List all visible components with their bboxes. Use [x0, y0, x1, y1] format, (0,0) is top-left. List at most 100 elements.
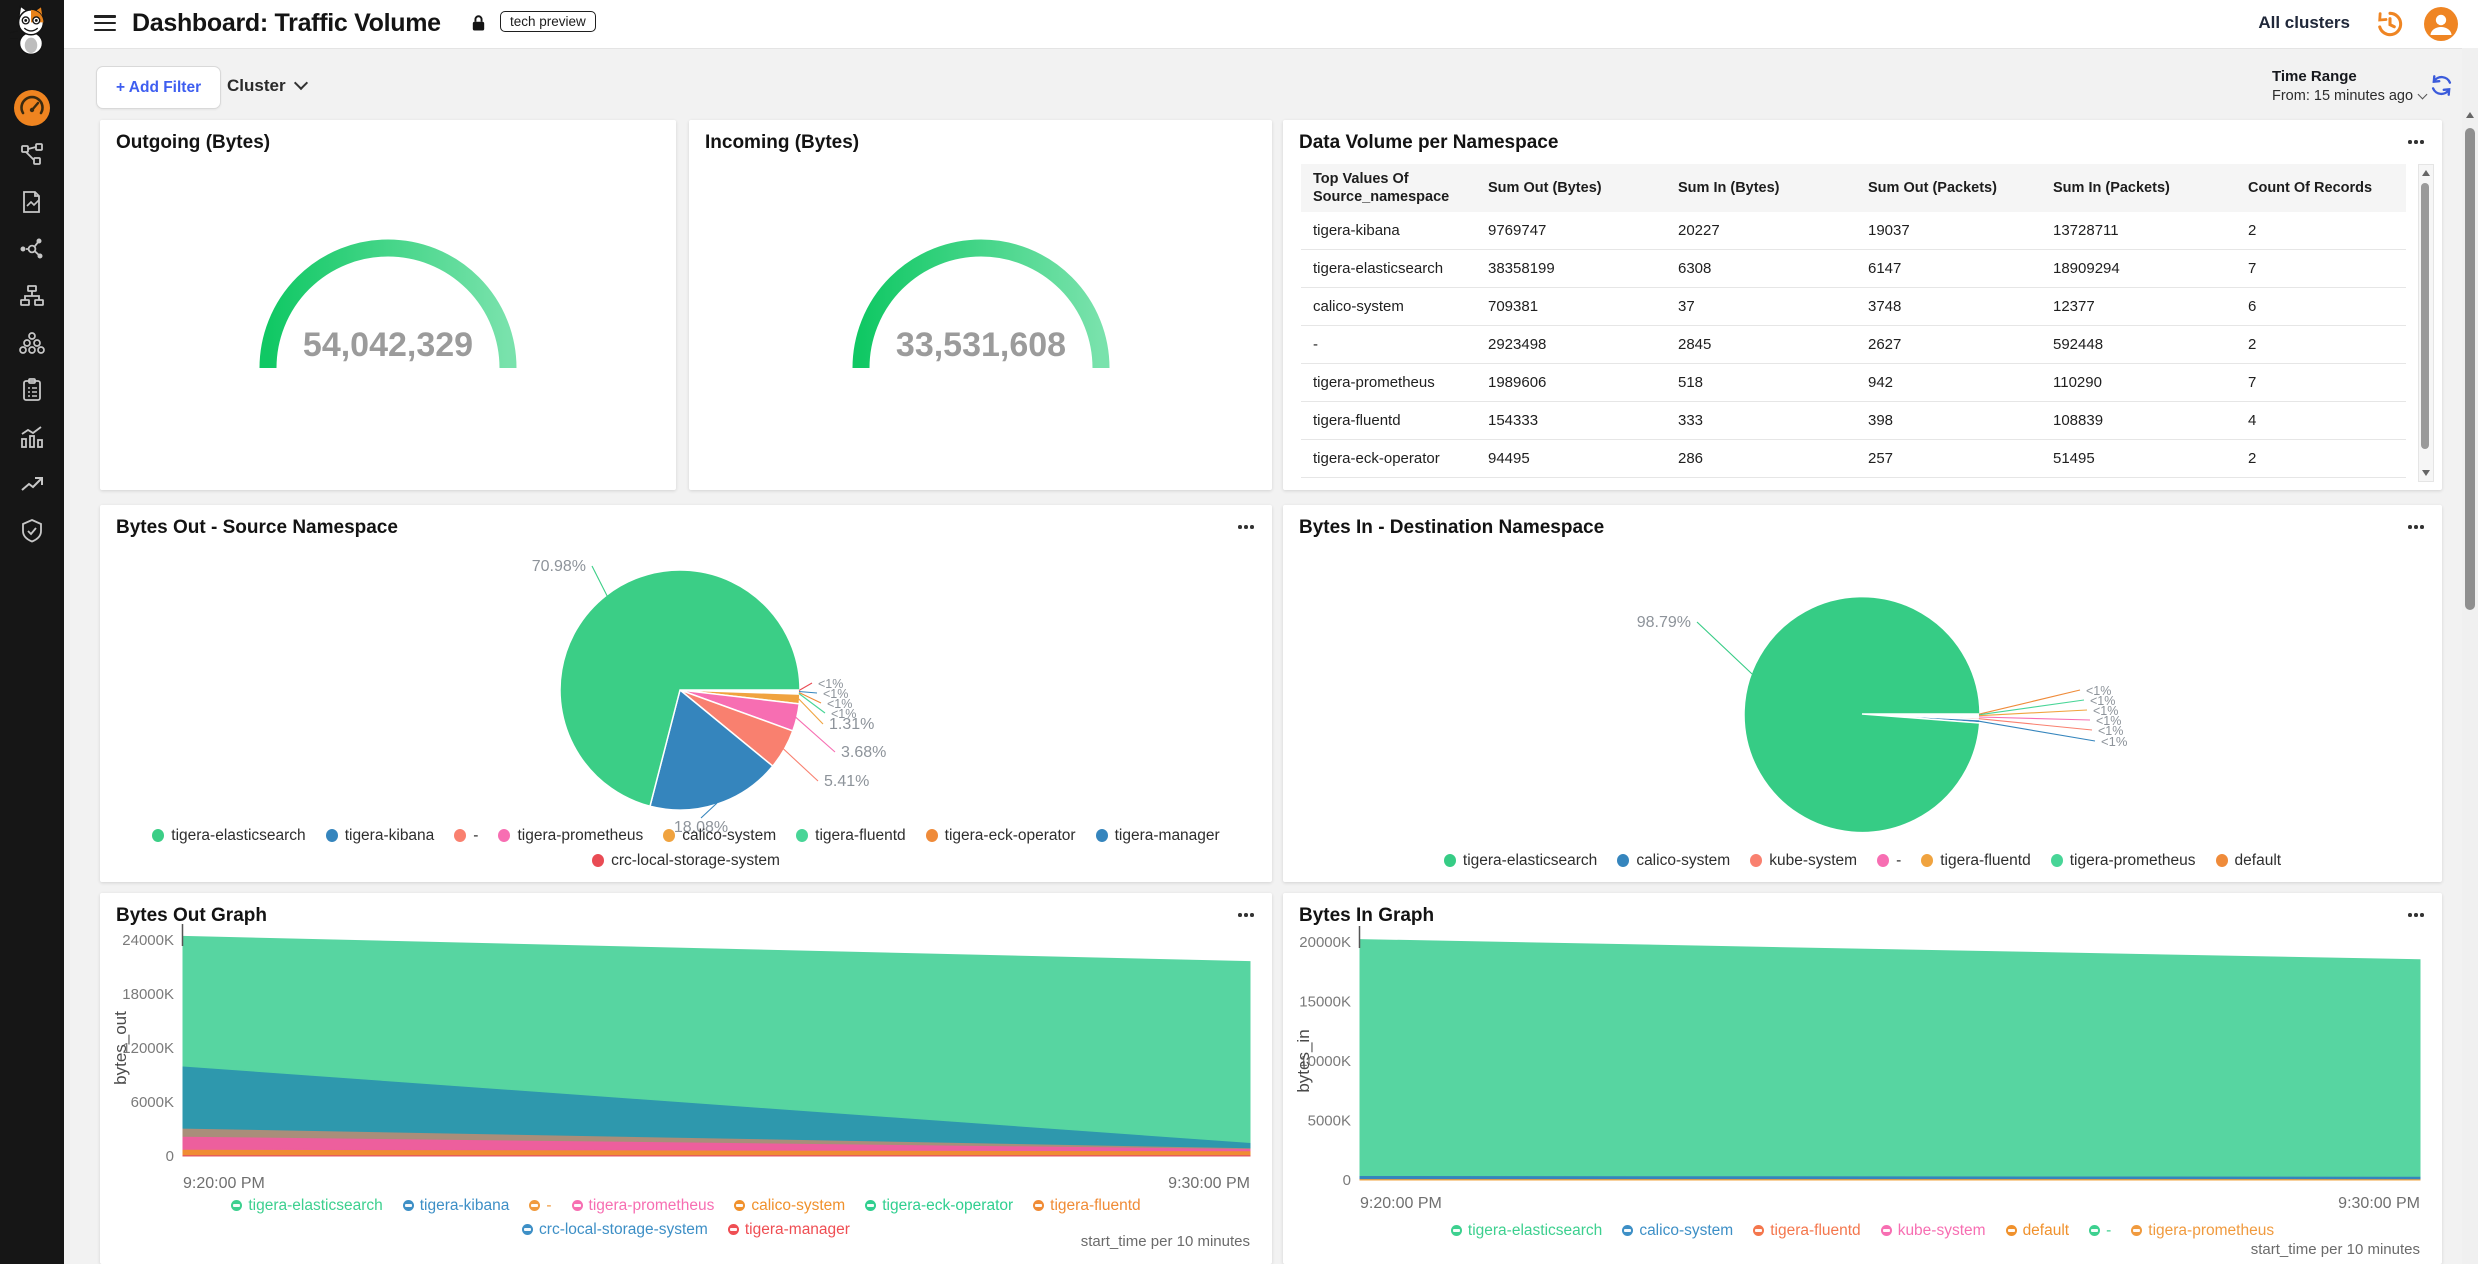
legend-dot-icon — [1033, 1200, 1044, 1211]
legend-item[interactable]: tigera-manager — [1096, 827, 1220, 844]
legend-item[interactable]: tigera-prometheus — [572, 1197, 715, 1214]
sidebar-item-security[interactable] — [0, 510, 64, 557]
legend-item[interactable]: kube-system — [1750, 852, 1857, 869]
clusters-label[interactable]: All clusters — [2258, 13, 2350, 33]
legend-item[interactable]: calico-system — [663, 827, 776, 844]
legend-item[interactable]: tigera-fluentd — [1753, 1222, 1860, 1239]
document-edit-icon — [19, 189, 45, 220]
legend-dot-icon — [926, 829, 938, 842]
legend-item[interactable]: tigera-manager — [728, 1221, 850, 1238]
legend-dot-icon — [1921, 854, 1933, 867]
svg-text:9:20:00 PM: 9:20:00 PM — [1360, 1195, 1442, 1212]
app-logo-cat[interactable] — [8, 4, 56, 61]
legend-dot-icon — [1877, 854, 1889, 867]
legend-item[interactable]: crc-local-storage-system — [592, 852, 780, 869]
legend-item[interactable]: tigera-prometheus — [2051, 852, 2196, 869]
legend-dot-icon — [1096, 829, 1108, 842]
sidebar-item-cluster[interactable] — [0, 322, 64, 369]
legend-item[interactable]: tigera-fluentd — [1033, 1197, 1140, 1214]
refresh-icon[interactable] — [2428, 72, 2455, 104]
scroll-up-icon[interactable] — [2466, 112, 2474, 118]
shield-check-icon — [19, 518, 45, 549]
panel-title: Data Volume per Namespace — [1299, 132, 1558, 154]
chevron-down-icon — [2418, 90, 2428, 100]
table-column-header: Sum Out (Bytes) — [1476, 174, 1666, 202]
table-row: tigera-prometheus19896065189421102907 — [1301, 364, 2406, 402]
panel-data-volume-table: Data Volume per Namespace Top Values Of … — [1283, 120, 2442, 490]
sidebar-item-sitemap[interactable] — [0, 275, 64, 322]
panel-title: Outgoing (Bytes) — [116, 132, 270, 154]
legend-dot-icon — [454, 829, 466, 842]
scroll-up-icon[interactable] — [2422, 170, 2430, 176]
legend-item[interactable]: tigera-prometheus — [2131, 1222, 2274, 1239]
sidebar-nav — [0, 87, 64, 557]
legend-item[interactable]: - — [2089, 1222, 2111, 1239]
legend-dot-icon — [522, 1224, 533, 1235]
legend-dot-icon — [728, 1224, 739, 1235]
sidebar-item-topology[interactable] — [0, 134, 64, 181]
namespace-table: Top Values Of Source_namespaceSum Out (B… — [1301, 164, 2406, 480]
topology-icon — [19, 142, 45, 173]
panel-incoming-bytes: Incoming (Bytes) 33,531,608 — [689, 120, 1272, 490]
legend-item[interactable]: tigera-prometheus — [498, 827, 643, 844]
sidebar-item-policy-edit[interactable] — [0, 181, 64, 228]
legend-item[interactable]: tigera-kibana — [326, 827, 435, 844]
legend-item[interactable]: tigera-elasticsearch — [231, 1197, 382, 1214]
legend-item[interactable]: calico-system — [1622, 1222, 1733, 1239]
legend-dot-icon — [231, 1200, 242, 1211]
history-icon[interactable] — [2374, 8, 2406, 45]
sidebar-item-metrics[interactable] — [0, 416, 64, 463]
legend-item[interactable]: - — [454, 827, 478, 844]
sidebar-item-graph-nodes[interactable] — [0, 228, 64, 275]
legend-item[interactable]: tigera-fluentd — [796, 827, 905, 844]
legend-item[interactable]: calico-system — [1617, 852, 1730, 869]
legend-dot-icon — [1881, 1225, 1892, 1236]
panel-bytes-out-graph: Bytes Out Graph 06000K12000K18000K24000K… — [100, 893, 1272, 1264]
page-scrollbar[interactable] — [2462, 48, 2478, 1264]
menu-icon[interactable] — [94, 15, 116, 33]
user-avatar[interactable] — [2424, 7, 2458, 41]
legend-dot-icon — [1451, 1225, 1462, 1236]
svg-text:0: 0 — [166, 1148, 174, 1165]
legend-item[interactable]: tigera-kibana — [403, 1197, 510, 1214]
svg-text:15000K: 15000K — [1299, 994, 1351, 1011]
svg-text:0: 0 — [1343, 1172, 1351, 1189]
add-filter-button[interactable]: + Add Filter — [96, 66, 221, 109]
legend-item[interactable]: crc-local-storage-system — [522, 1221, 708, 1238]
legend-item[interactable]: - — [1877, 852, 1901, 869]
area-series — [1360, 940, 2420, 1177]
legend-dot-icon — [152, 829, 164, 842]
legend-item[interactable]: tigera-eck-operator — [865, 1197, 1013, 1214]
sidebar-item-trends[interactable] — [0, 463, 64, 510]
legend-item[interactable]: tigera-elasticsearch — [152, 827, 305, 844]
cluster-filter-dropdown[interactable]: Cluster — [227, 76, 306, 96]
pie-slice[interactable] — [1744, 597, 1980, 833]
sidebar-item-dashboard[interactable] — [0, 87, 64, 134]
legend-item[interactable]: calico-system — [734, 1197, 845, 1214]
legend-item[interactable]: tigera-elasticsearch — [1444, 852, 1597, 869]
table-column-header: Sum In (Bytes) — [1666, 174, 1856, 202]
more-options-icon[interactable] — [2408, 140, 2424, 144]
pie-percent-label: 5.41% — [824, 773, 869, 790]
time-range-value[interactable]: From: 15 minutes ago — [2272, 88, 2442, 104]
cluster-filter-label: Cluster — [227, 76, 286, 95]
legend-item[interactable]: - — [529, 1197, 551, 1214]
sidebar-item-report[interactable] — [0, 369, 64, 416]
legend-dot-icon — [2006, 1225, 2017, 1236]
x-axis-footer: start_time per 10 minutes — [1081, 1233, 1250, 1250]
x-axis-footer: start_time per 10 minutes — [2251, 1241, 2420, 1258]
panel-outgoing-bytes: Outgoing (Bytes) 54,042,329 — [100, 120, 676, 490]
legend-item[interactable]: tigera-fluentd — [1921, 852, 2030, 869]
legend-item[interactable]: tigera-elasticsearch — [1451, 1222, 1602, 1239]
legend-dot-icon — [403, 1200, 414, 1211]
legend-item[interactable]: tigera-eck-operator — [926, 827, 1076, 844]
table-scrollbar[interactable] — [2418, 164, 2434, 482]
legend-item[interactable]: kube-system — [1881, 1222, 1986, 1239]
panel-bytes-in-pie: Bytes In - Destination Namespace <1%<1%<… — [1283, 505, 2442, 882]
scroll-down-icon[interactable] — [2422, 470, 2430, 476]
graph-nodes-icon — [19, 236, 45, 267]
sitemap-icon — [19, 283, 45, 314]
legend-item[interactable]: default — [2006, 1222, 2070, 1239]
legend-dot-icon — [796, 829, 808, 842]
legend-item[interactable]: default — [2216, 852, 2282, 869]
